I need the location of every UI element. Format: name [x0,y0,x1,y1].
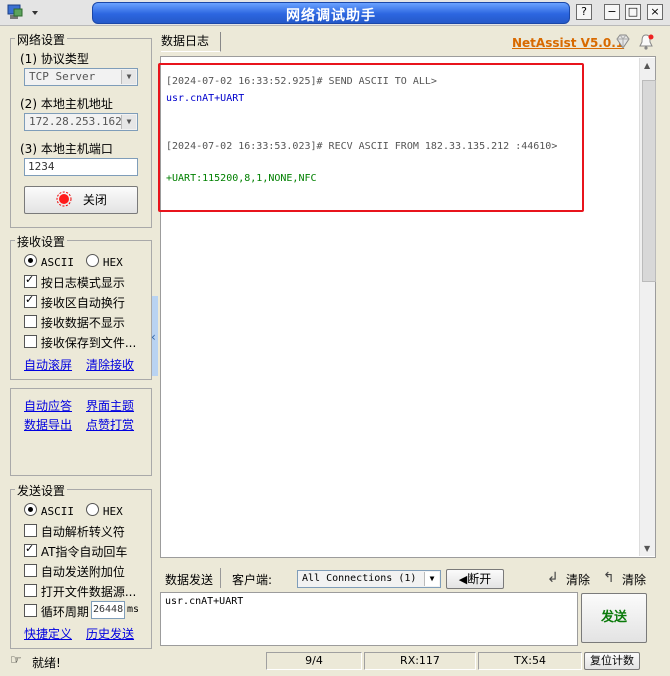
minimize-button[interactable]: − [604,4,620,20]
client-label: 客户端: [232,573,273,587]
tab-data-send[interactable]: 数据发送 [165,571,213,588]
protocol-select[interactable]: TCP Server ▼ [24,68,138,86]
shortcut-link[interactable]: 快捷定义 [24,625,72,642]
checkbox-checked-icon [24,273,37,288]
network-settings-title: 网络设置 [15,31,68,48]
status-count: 9/4 [266,652,362,670]
status-tx: TX:54 [478,652,582,670]
radio-unselected-icon [86,254,99,267]
title-pill: 网络调试助手 [92,2,570,24]
host-value: 172.28.253.162 [29,115,122,128]
history-link[interactable]: 历史发送 [86,625,134,642]
brand-link[interactable]: NetAssist V5.0.1 [512,36,624,50]
protocol-label: (1) 协议类型 [20,52,89,66]
checkbox-checked-icon [24,542,37,557]
clear-arrow-icon: ↲ [547,570,559,586]
send-hex-radio[interactable]: HEX [86,503,123,518]
tab-data-log[interactable]: 数据日志 [161,32,221,52]
receive-option-hide-data[interactable]: 接收数据不显示 [24,314,125,331]
checkbox-unchecked-icon [24,524,37,537]
send-input[interactable]: usr.cnAT+UART [160,592,578,646]
checkbox-unchecked-icon [24,335,37,348]
collapse-left-icon[interactable]: ‹ [151,330,156,344]
scroll-down-icon[interactable]: ▼ [644,544,650,553]
client-value: All Connections (1) [302,573,417,584]
send-option-cycle[interactable]: 循环周期 [24,603,89,620]
receive-option-save-file[interactable]: 接收保存到文件... [24,334,136,351]
clear-history-icon: ↰ [603,570,615,586]
receive-ascii-radio[interactable]: ASCII [24,254,74,269]
send-option-append[interactable]: 自动发送附加位 [24,563,125,580]
title-bar: 网络调试助手 ? − □ × [0,0,670,26]
receive-hex-radio[interactable]: HEX [86,254,123,269]
reset-count-button[interactable]: 复位计数 [584,652,640,670]
checkbox-checked-icon [24,293,37,308]
status-icon: ☞ [10,653,22,668]
connection-status-icon [56,191,72,207]
receive-option-log-mode[interactable]: 按日志模式显示 [24,273,125,291]
status-ready: 就绪! [32,656,61,670]
checkbox-unchecked-icon [24,584,37,597]
client-select[interactable]: All Connections (1) ▼ [297,570,441,588]
chevron-down-icon: ▼ [424,572,439,586]
window-title: 网络调试助手 [286,8,376,24]
host-label: (2) 本地主机地址 [20,97,113,111]
send-ascii-radio[interactable]: ASCII [24,503,74,518]
disconnect-button[interactable]: ◀断开 [446,569,504,589]
window-menu-button[interactable] [6,3,44,23]
scroll-up-icon[interactable]: ▲ [644,61,650,70]
send-settings-title: 发送设置 [15,482,68,499]
diamond-icon[interactable] [614,34,632,53]
checkbox-unchecked-icon [24,315,37,328]
scroll-thumb[interactable] [642,80,656,282]
clear-send-button[interactable]: 清除 [566,571,590,588]
close-connection-button[interactable]: 关闭 [24,186,138,214]
close-connection-label: 关闭 [82,193,107,207]
host-select[interactable]: 172.28.253.162 ▼ [24,113,138,131]
clear-history-button[interactable]: 清除 [622,571,646,588]
chevron-down-icon: ▼ [121,70,136,84]
export-link[interactable]: 数据导出 [24,416,72,433]
close-button[interactable]: × [647,4,663,20]
network-app-icon [7,4,38,19]
status-rx: RX:117 [364,652,476,670]
cycle-period-input[interactable]: 26448 [91,601,125,619]
cycle-unit: ms [127,604,140,615]
send-button[interactable]: 发送 [581,593,647,643]
clear-receive-link[interactable]: 清除接收 [86,356,134,373]
log-scrollbar[interactable]: ▲ ▼ [639,58,656,556]
receive-settings-title: 接收设置 [15,233,68,250]
port-input[interactable]: 1234 [24,158,138,176]
send-option-file-source[interactable]: 打开文件数据源... [24,583,136,600]
highlight-box [158,63,584,212]
donate-link[interactable]: 点赞打赏 [86,416,134,433]
send-option-escape[interactable]: 自动解析转义符 [24,523,125,540]
checkbox-unchecked-icon [24,604,37,617]
separator [220,568,221,588]
auto-reply-link[interactable]: 自动应答 [24,397,72,414]
radio-unselected-icon [86,503,99,516]
bell-icon[interactable] [637,33,655,54]
arrow-left-icon: ◀ [458,573,468,586]
theme-link[interactable]: 界面主题 [86,397,134,414]
radio-selected-icon [24,503,37,516]
receive-option-auto-wrap[interactable]: 接收区自动换行 [24,293,125,311]
chevron-down-icon: ▼ [121,115,136,129]
port-label: (3) 本地主机端口 [20,142,113,156]
checkbox-unchecked-icon [24,564,37,577]
radio-selected-icon [24,254,37,267]
send-option-at-cr[interactable]: AT指令自动回车 [24,542,127,560]
protocol-value: TCP Server [29,70,96,83]
auto-scroll-link[interactable]: 自动滚屏 [24,356,72,373]
help-button[interactable]: ? [576,4,592,20]
maximize-button[interactable]: □ [625,4,641,20]
